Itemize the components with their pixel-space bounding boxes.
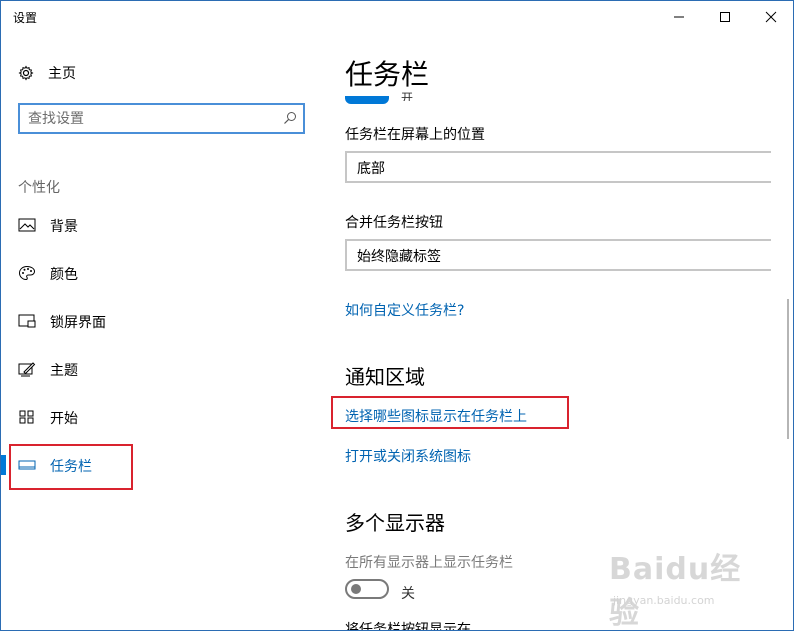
baidu-watermark: Baidu经验 jingyan.baidu.com	[609, 544, 759, 630]
gear-icon	[18, 65, 34, 81]
combine-dropdown[interactable]: 始终隐藏标签	[345, 239, 771, 271]
sidebar-item-themes[interactable]: 主题	[1, 349, 321, 389]
position-dropdown[interactable]: 底部	[345, 151, 771, 183]
toggle-switch-partial[interactable]	[345, 96, 389, 104]
vertical-scrollbar[interactable]	[787, 299, 789, 439]
system-icons-link[interactable]: 打开或关闭系统图标	[345, 446, 471, 466]
toggle-state-label: 开	[401, 91, 414, 101]
taskbar-buttons-display-label: 将任务栏按钮显示在	[345, 622, 471, 630]
watermark-brand: Baidu经验	[609, 552, 742, 631]
search-input[interactable]	[28, 108, 268, 129]
settings-window: 设置 主页 个性化	[0, 0, 794, 631]
show-taskbar-all-displays-toggle[interactable]	[345, 579, 389, 599]
title-bar: 设置	[1, 1, 793, 33]
sidebar-item-start[interactable]: 开始	[1, 397, 321, 437]
toggle-knob	[351, 584, 361, 594]
maximize-icon	[720, 12, 730, 22]
sidebar-item-label: 主题	[50, 363, 78, 379]
highlight-box-icons-link	[331, 396, 569, 429]
lock-screen-icon	[18, 314, 36, 328]
section-heading-personalization: 个性化	[18, 180, 60, 196]
close-button[interactable]	[748, 1, 793, 33]
page-title: 任务栏	[345, 58, 430, 91]
sidebar-item-background[interactable]: 背景	[1, 205, 321, 245]
picture-icon	[18, 218, 36, 232]
position-dropdown-value: 底部	[357, 161, 385, 177]
sidebar-item-label: 开始	[50, 411, 78, 427]
sidebar-item-label: 颜色	[50, 267, 78, 283]
combine-label: 合并任务栏按钮	[345, 215, 443, 231]
maximize-button[interactable]	[702, 1, 748, 33]
close-icon	[765, 11, 777, 23]
sidebar-item-lock-screen[interactable]: 锁屏界面	[1, 301, 321, 341]
highlight-box-taskbar-nav	[9, 444, 133, 490]
home-label: 主页	[48, 66, 76, 82]
search-box[interactable]	[18, 103, 305, 134]
sidebar: 主页 个性化 背景 颜色	[1, 33, 321, 630]
customize-taskbar-link[interactable]: 如何自定义任务栏?	[345, 300, 464, 320]
start-tiles-icon	[19, 410, 34, 424]
minimize-button[interactable]	[656, 1, 702, 33]
window-title: 设置	[13, 11, 38, 25]
multiple-displays-heading: 多个显示器	[345, 511, 445, 535]
palette-icon	[18, 265, 36, 281]
toggle-off-label: 关	[401, 586, 415, 602]
minimize-icon	[674, 16, 684, 18]
combine-dropdown-value: 始终隐藏标签	[357, 249, 441, 265]
position-label: 任务栏在屏幕上的位置	[345, 127, 485, 143]
sidebar-item-colors[interactable]: 颜色	[1, 253, 321, 293]
watermark-url: jingyan.baidu.com	[613, 594, 715, 607]
sidebar-item-label: 锁屏界面	[50, 315, 106, 331]
sidebar-item-label: 背景	[50, 219, 78, 235]
main-content: 任务栏 开 任务栏在屏幕上的位置 底部 合并任务栏按钮 始终隐藏标签 如何自定义…	[321, 33, 793, 630]
show-taskbar-all-displays-label: 在所有显示器上显示任务栏	[345, 555, 513, 571]
active-indicator	[1, 455, 6, 475]
search-icon[interactable]	[283, 111, 297, 125]
theme-brush-icon	[18, 362, 36, 377]
home-nav-item[interactable]: 主页	[18, 63, 76, 83]
notification-area-heading: 通知区域	[345, 365, 425, 389]
